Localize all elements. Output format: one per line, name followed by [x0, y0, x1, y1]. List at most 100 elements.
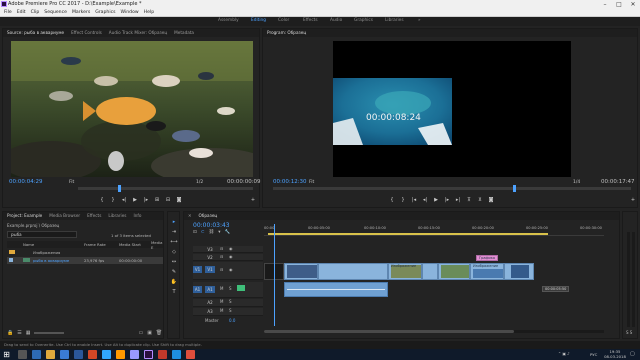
- step-forward-icon[interactable]: |▸: [142, 196, 150, 204]
- program-timecode-current[interactable]: 00:00:12:30: [273, 179, 307, 185]
- source-patch-a1[interactable]: A1: [193, 286, 202, 293]
- timeline-timecode[interactable]: 00:00:03:43: [193, 222, 230, 229]
- program-resolution-select[interactable]: 1/4: [573, 180, 580, 185]
- start-button-icon[interactable]: ⊞: [2, 350, 11, 359]
- lift-icon[interactable]: ⊼: [465, 196, 473, 204]
- track-header-v1[interactable]: V1 V1 ⊟ ◉: [193, 262, 263, 280]
- workspace-effects[interactable]: Effects: [303, 18, 318, 23]
- input-language[interactable]: РУС: [590, 352, 597, 357]
- solo-icon[interactable]: S: [229, 299, 232, 304]
- mark-in-icon[interactable]: {: [98, 196, 106, 204]
- track-header-a3[interactable]: A3 M S: [193, 308, 263, 316]
- mark-out-icon[interactable]: }: [399, 196, 407, 204]
- voice-over-record-icon[interactable]: [237, 285, 245, 291]
- tab-metadata[interactable]: Metadata: [174, 29, 194, 37]
- video-clip[interactable]: [504, 263, 534, 280]
- menu-help[interactable]: Help: [144, 9, 154, 17]
- add-marker-icon[interactable]: ▾: [218, 230, 220, 235]
- video-clip[interactable]: [422, 263, 438, 280]
- tab-effect-controls[interactable]: Effect Controls: [71, 29, 102, 37]
- thumbnail-size-slider[interactable]: [34, 332, 65, 334]
- timeline-settings-icon[interactable]: 🔧: [225, 230, 231, 235]
- source-scrub-bar[interactable]: [78, 185, 253, 192]
- premiere-taskbar-icon[interactable]: [144, 350, 153, 359]
- timeline-clips-area[interactable]: Графика Изображение Изображение 00:00:05…: [264, 224, 604, 326]
- play-icon[interactable]: ▶: [131, 196, 139, 204]
- menu-clip[interactable]: Clip: [31, 9, 40, 17]
- sync-lock-icon[interactable]: ⊟: [220, 246, 223, 251]
- new-bin-icon[interactable]: ▭: [138, 330, 143, 336]
- menu-markers[interactable]: Markers: [72, 9, 90, 17]
- work-area-bar[interactable]: [268, 233, 548, 235]
- program-scrub-bar[interactable]: [273, 185, 631, 192]
- program-playhead[interactable]: [513, 185, 516, 192]
- graphic-clip[interactable]: Графика: [476, 255, 498, 261]
- video-clip[interactable]: Изображение: [388, 263, 422, 280]
- type-tool-icon[interactable]: T: [170, 288, 178, 296]
- source-playhead[interactable]: [118, 185, 121, 192]
- track-header-v3[interactable]: V3 ⊟ ◉: [193, 246, 263, 253]
- after-effects-icon[interactable]: [130, 350, 139, 359]
- maximize-button[interactable]: □: [612, 0, 626, 9]
- project-search-input[interactable]: рыба: [7, 231, 77, 238]
- go-to-out-icon[interactable]: ▸|: [454, 196, 462, 204]
- menu-file[interactable]: File: [4, 9, 12, 17]
- extract-icon[interactable]: ⊻: [476, 196, 484, 204]
- powerpoint-icon[interactable]: [88, 350, 97, 359]
- solo-icon[interactable]: S: [229, 308, 232, 313]
- timeline-playhead[interactable]: [274, 224, 275, 326]
- timeline-ruler[interactable]: 00:00 00:00:05:00 00:00:10:00 00:00:15:0…: [264, 224, 604, 236]
- lock-icon[interactable]: 🔒: [7, 330, 13, 336]
- video-clip[interactable]: [284, 263, 318, 280]
- pen-tool-icon[interactable]: ✎: [170, 268, 178, 276]
- edge-browser-icon[interactable]: [32, 350, 41, 359]
- mute-icon[interactable]: M: [220, 299, 223, 304]
- tab-libraries[interactable]: Libraries: [108, 212, 126, 220]
- workspace-color[interactable]: Color: [278, 18, 289, 23]
- col-name[interactable]: Name: [23, 242, 34, 247]
- meter-solo-icon[interactable]: S S: [626, 330, 632, 335]
- menu-sequence[interactable]: Sequence: [44, 9, 67, 17]
- source-timecode-current[interactable]: 00:00:04:29: [9, 179, 43, 185]
- workspace-libraries[interactable]: Libraries: [385, 18, 404, 23]
- track-header-a2[interactable]: A2 M S: [193, 299, 263, 307]
- source-video-frame[interactable]: [11, 41, 253, 177]
- sync-lock-icon[interactable]: ⊟: [220, 254, 223, 259]
- workspace-more[interactable]: »: [418, 18, 421, 23]
- mark-out-icon[interactable]: }: [109, 196, 117, 204]
- selection-tool-icon[interactable]: ▸: [170, 218, 178, 226]
- step-forward-icon[interactable]: |▸: [443, 196, 451, 204]
- icon-view-icon[interactable]: ▦: [26, 330, 31, 336]
- eye-icon[interactable]: ◉: [229, 267, 233, 272]
- mute-icon[interactable]: M: [220, 286, 223, 291]
- solo-icon[interactable]: S: [229, 286, 232, 291]
- task-view-icon[interactable]: [18, 350, 27, 359]
- go-to-in-icon[interactable]: |◂: [410, 196, 418, 204]
- menu-edit[interactable]: Edit: [17, 9, 26, 17]
- illustrator-icon[interactable]: [116, 350, 125, 359]
- source-resolution-select[interactable]: 1/2: [196, 180, 203, 185]
- trash-icon[interactable]: 🗑: [156, 330, 162, 336]
- workspace-editing[interactable]: Editing: [251, 18, 266, 23]
- audio-clip[interactable]: [284, 282, 388, 297]
- workspace-assembly[interactable]: Assembly: [218, 18, 239, 23]
- export-frame-icon[interactable]: ◙: [487, 196, 495, 204]
- mark-in-icon[interactable]: {: [388, 196, 396, 204]
- razor-tool-icon[interactable]: ◇: [170, 248, 178, 256]
- notifications-icon[interactable]: ▢: [630, 351, 635, 357]
- tab-source[interactable]: Source: рыба в аквариуме: [7, 29, 64, 37]
- snap-icon[interactable]: ⊂: [201, 230, 205, 235]
- list-item[interactable]: рыба в аквариуме 23,976 fps 00:00:00:00: [7, 257, 163, 264]
- program-video-frame[interactable]: 00:00:08:24: [333, 41, 571, 177]
- media-encoder-icon[interactable]: [158, 350, 167, 359]
- ripple-edit-tool-icon[interactable]: ⟷: [170, 238, 178, 246]
- video-clip[interactable]: [438, 263, 470, 280]
- tray-icons[interactable]: ⌃ ▣ ♪: [558, 351, 570, 356]
- hand-tool-icon[interactable]: ✋: [170, 278, 178, 286]
- minimize-button[interactable]: –: [598, 0, 612, 9]
- video-clip[interactable]: [318, 263, 388, 280]
- source-patch-v1[interactable]: V1: [193, 266, 202, 273]
- track-header-v2[interactable]: V2 ⊟ ◉: [193, 254, 263, 261]
- col-media-start[interactable]: Media Start: [119, 242, 141, 247]
- photoshop-icon[interactable]: [102, 350, 111, 359]
